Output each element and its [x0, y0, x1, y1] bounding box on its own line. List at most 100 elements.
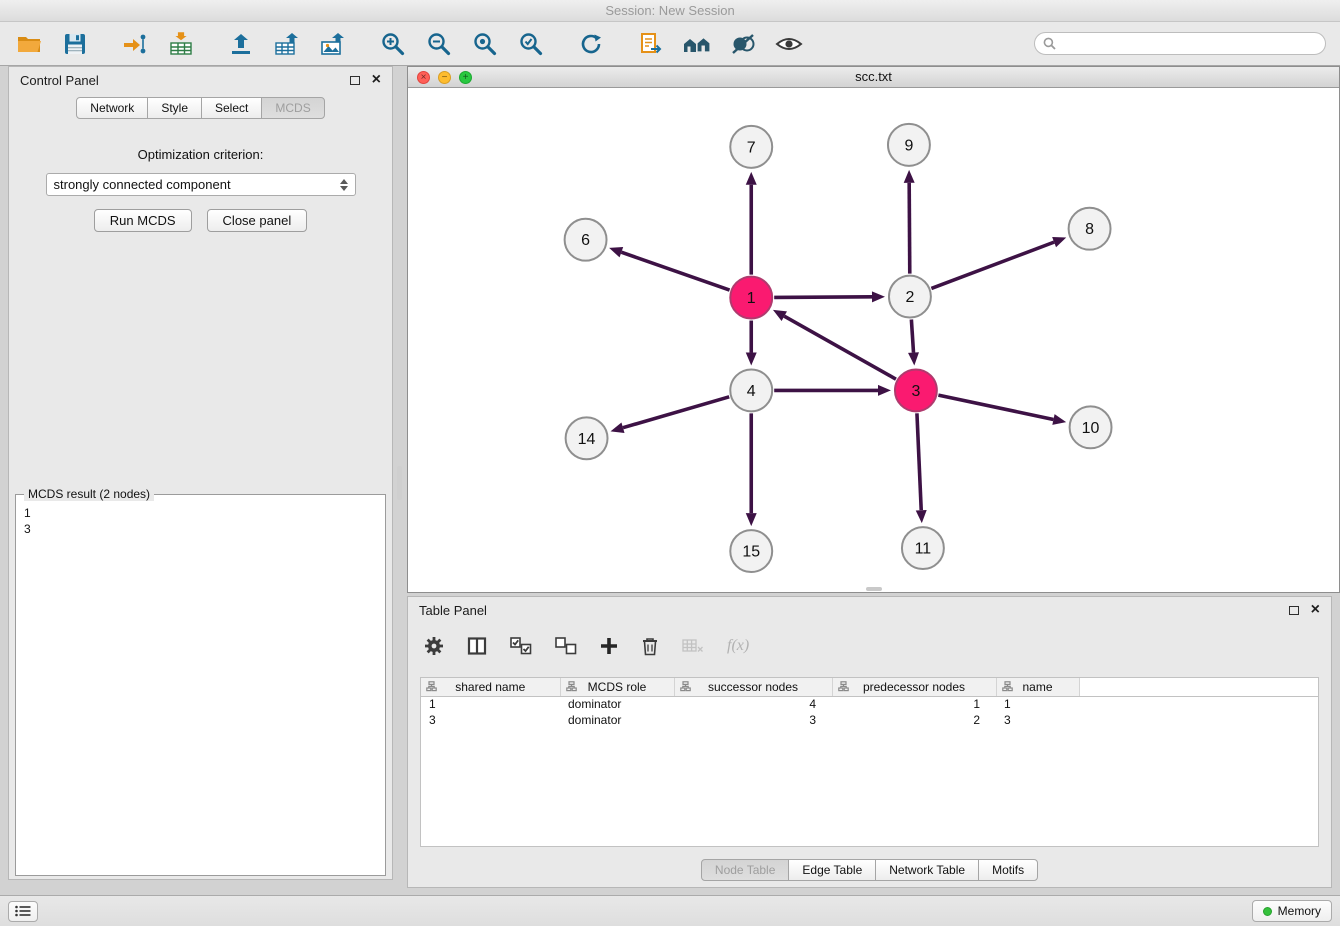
table-row[interactable]: 3 dominator 3 2 3: [421, 712, 1318, 728]
delete-table-button: [682, 638, 704, 654]
table-cell[interactable]: 1: [421, 696, 560, 712]
network-window-title: scc.txt: [855, 69, 892, 84]
close-table-panel-icon[interactable]: ×: [1311, 602, 1320, 618]
column-header-mcds-role[interactable]: MCDS role: [560, 678, 674, 696]
table-cell[interactable]: 2: [832, 712, 996, 728]
panel-divider-grip[interactable]: [397, 466, 402, 500]
create-column-button[interactable]: [600, 637, 618, 655]
node-6[interactable]: 6: [565, 219, 607, 261]
edge-3-11[interactable]: [917, 413, 921, 510]
memory-button[interactable]: Memory: [1252, 900, 1332, 922]
zoom-fit-button[interactable]: [470, 29, 500, 59]
export-image-button[interactable]: [318, 29, 348, 59]
tab-mcds[interactable]: MCDS: [261, 97, 324, 119]
node-table: shared name MCDS role successor nodes: [420, 677, 1319, 847]
show-graphics-details-button[interactable]: [774, 29, 804, 59]
table-cell-empty: [1079, 696, 1318, 712]
node-7[interactable]: 7: [730, 126, 772, 168]
network-canvas[interactable]: 7 9 6 8 1 2 4 3 14 10 15 11: [408, 88, 1339, 592]
list-icon: [15, 905, 31, 917]
tab-style[interactable]: Style: [147, 97, 202, 119]
columns-icon: [467, 636, 487, 656]
control-panel: Control Panel × Network Style Select MCD…: [8, 66, 393, 880]
hide-selected-button[interactable]: [728, 29, 758, 59]
table-cell[interactable]: 1: [832, 696, 996, 712]
canvas-splitter-grip[interactable]: [866, 587, 882, 591]
first-neighbors-button[interactable]: [682, 29, 712, 59]
unselect-all-columns-button[interactable]: [555, 637, 577, 655]
zoom-selected-button[interactable]: [516, 29, 546, 59]
status-bar: Memory: [0, 895, 1340, 926]
tab-network-table[interactable]: Network Table: [875, 859, 979, 881]
network-window-titlebar[interactable]: × − + scc.txt: [408, 67, 1339, 88]
node-3[interactable]: 3: [895, 369, 937, 411]
save-session-button[interactable]: [60, 29, 90, 59]
column-header-shared-name[interactable]: shared name: [421, 678, 560, 696]
table-cell[interactable]: 3: [996, 712, 1079, 728]
application-window: Session: New Session: [0, 0, 1340, 926]
run-mcds-button[interactable]: Run MCDS: [94, 209, 192, 232]
table-cell[interactable]: 3: [421, 712, 560, 728]
node-2[interactable]: 2: [889, 276, 931, 318]
column-header-successor-nodes[interactable]: successor nodes: [674, 678, 832, 696]
tab-node-table[interactable]: Node Table: [701, 859, 790, 881]
node-14[interactable]: 14: [566, 417, 608, 459]
table-cell[interactable]: 4: [674, 696, 832, 712]
import-table-button[interactable]: [166, 29, 196, 59]
optimization-criterion-label: Optimization criterion:: [9, 147, 392, 162]
tab-motifs[interactable]: Motifs: [978, 859, 1038, 881]
edge-arrowhead-icon: [904, 170, 915, 183]
close-panel-button[interactable]: Close panel: [207, 209, 308, 232]
node-1[interactable]: 1: [730, 277, 772, 319]
tab-edge-table[interactable]: Edge Table: [788, 859, 876, 881]
search-input[interactable]: [1061, 37, 1317, 51]
node-9[interactable]: 9: [888, 124, 930, 166]
plus-icon: [600, 637, 618, 655]
edge-2-8[interactable]: [931, 242, 1054, 288]
close-panel-icon[interactable]: ×: [372, 72, 381, 88]
export-table-button[interactable]: [272, 29, 302, 59]
task-history-button[interactable]: [8, 901, 38, 922]
export-network-button[interactable]: [226, 29, 256, 59]
column-header-name[interactable]: name: [996, 678, 1079, 696]
table-cell[interactable]: dominator: [560, 712, 674, 728]
close-window-icon[interactable]: ×: [417, 71, 430, 84]
delete-column-button[interactable]: [641, 636, 659, 656]
node-4[interactable]: 4: [730, 369, 772, 411]
table-cell[interactable]: dominator: [560, 696, 674, 712]
node-11[interactable]: 11: [902, 527, 944, 569]
edge-2-9[interactable]: [909, 183, 910, 274]
new-network-from-selection-button[interactable]: [636, 29, 666, 59]
zoom-in-button[interactable]: [378, 29, 408, 59]
minimize-window-icon[interactable]: −: [438, 71, 451, 84]
tab-select[interactable]: Select: [201, 97, 262, 119]
show-column-button[interactable]: [467, 636, 487, 656]
apply-layout-button[interactable]: [576, 29, 606, 59]
column-header-predecessor-nodes[interactable]: predecessor nodes: [832, 678, 996, 696]
float-table-panel-icon[interactable]: [1289, 606, 1299, 615]
edge-2-3[interactable]: [911, 319, 913, 352]
table-row[interactable]: 1 dominator 4 1 1: [421, 696, 1318, 712]
select-all-columns-button[interactable]: [510, 637, 532, 655]
search-field[interactable]: [1034, 32, 1326, 55]
import-network-button[interactable]: [120, 29, 150, 59]
edge-4-14[interactable]: [623, 397, 729, 428]
table-cell[interactable]: 3: [674, 712, 832, 728]
criterion-dropdown[interactable]: strongly connected component: [46, 173, 356, 196]
edge-3-10[interactable]: [938, 395, 1053, 419]
zoom-out-button[interactable]: [424, 29, 454, 59]
node-15[interactable]: 15: [730, 530, 772, 572]
maximize-window-icon[interactable]: +: [459, 71, 472, 84]
open-file-button[interactable]: [14, 29, 44, 59]
table-settings-button[interactable]: [424, 636, 444, 656]
edge-1-6[interactable]: [621, 252, 729, 290]
node-10[interactable]: 10: [1070, 406, 1112, 448]
tab-network[interactable]: Network: [76, 97, 148, 119]
edge-3-1[interactable]: [784, 316, 896, 379]
node-8[interactable]: 8: [1069, 208, 1111, 250]
network-graph[interactable]: 7 9 6 8 1 2 4 3 14 10 15 11: [408, 88, 1339, 592]
edge-1-2[interactable]: [774, 297, 872, 298]
window-titlebar[interactable]: Session: New Session: [0, 0, 1340, 22]
table-cell[interactable]: 1: [996, 696, 1079, 712]
float-panel-icon[interactable]: [350, 76, 360, 85]
